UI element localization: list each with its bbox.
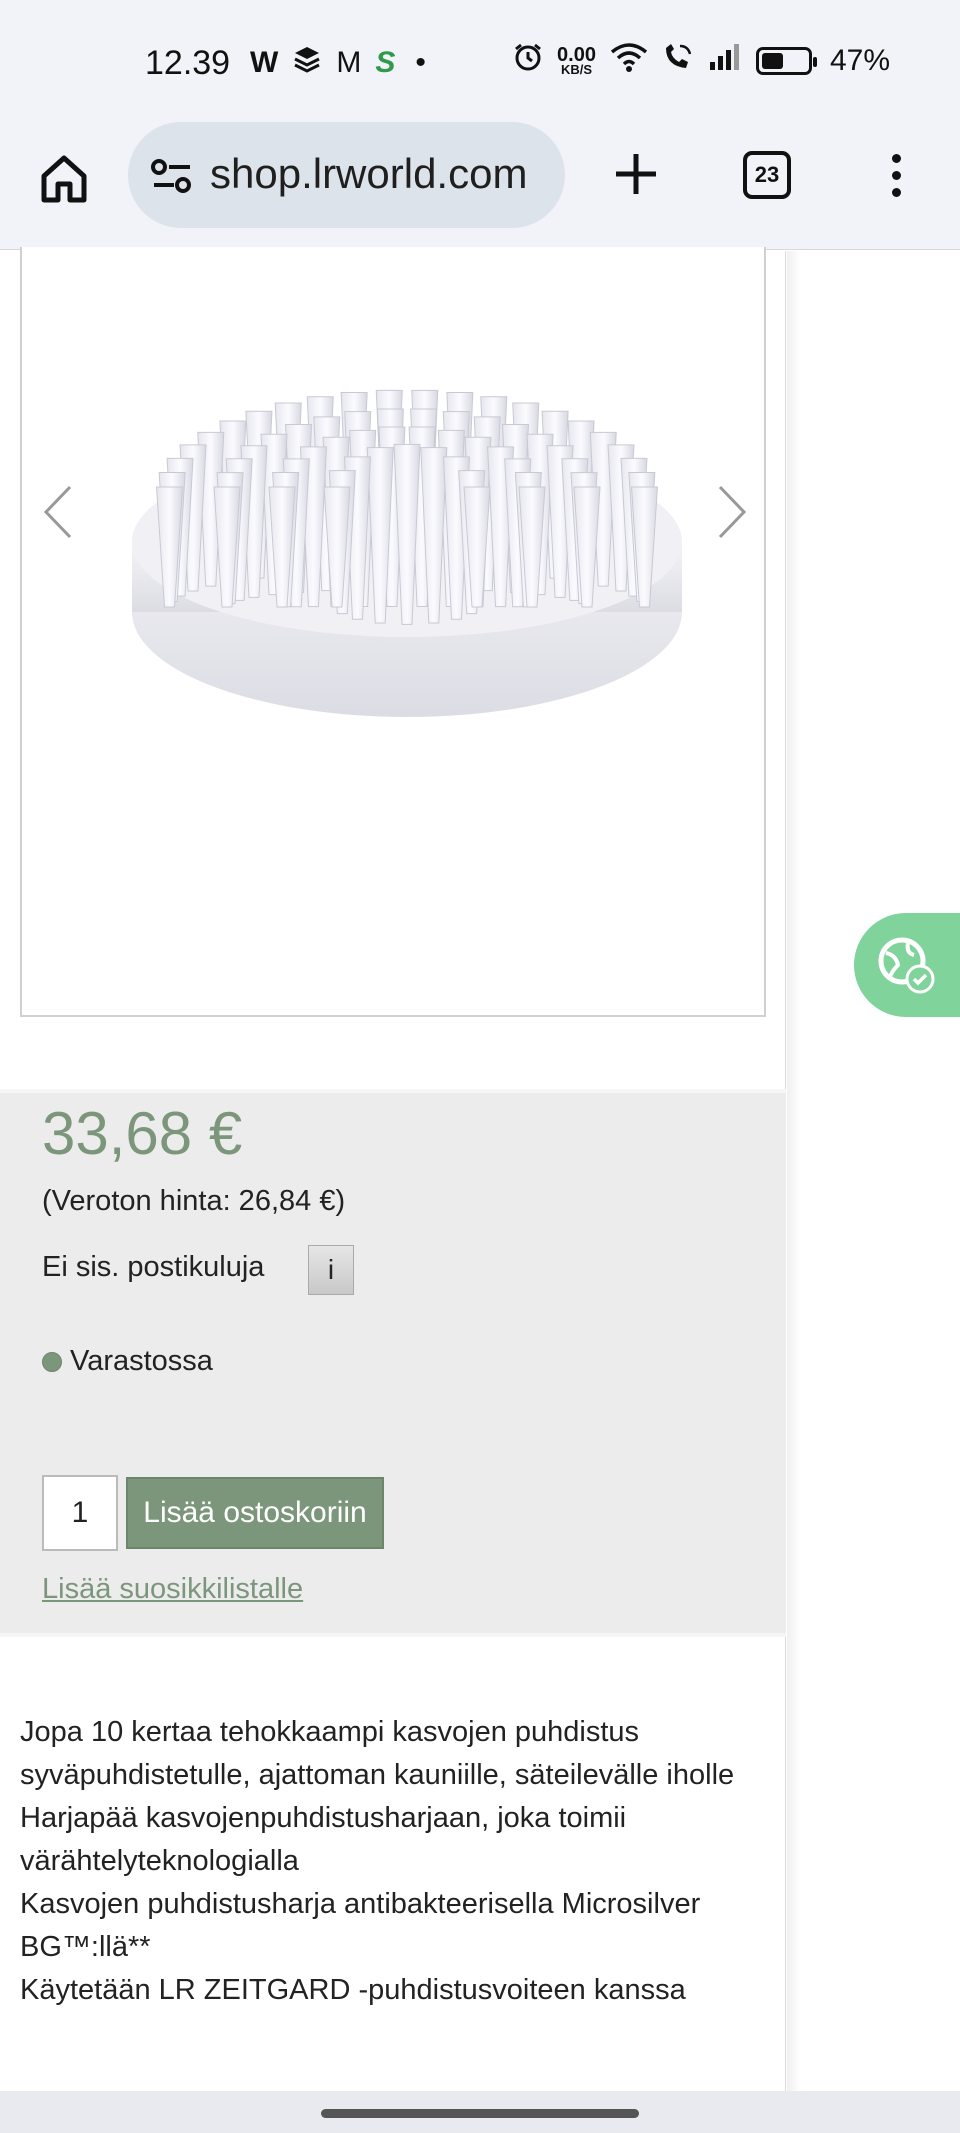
- alarm-icon: [513, 42, 543, 80]
- product-gallery[interactable]: [20, 247, 766, 1017]
- shipping-note: Ei sis. postikuluja: [42, 1251, 265, 1283]
- gmail-icon: M: [336, 46, 362, 79]
- description-line: Harjapää kasvojenpuhdistusharjaan, joka …: [20, 1802, 627, 1877]
- network-speed-unit: KB/S: [560, 61, 593, 77]
- network-speed: 0.00 KB/S: [557, 43, 596, 77]
- add-to-cart-button[interactable]: Lisää ostoskoriin: [126, 1477, 384, 1549]
- next-image-arrow-icon[interactable]: [712, 477, 752, 547]
- more-notifications-dot: •: [415, 46, 426, 79]
- gesture-handle[interactable]: [321, 2109, 639, 2118]
- signal-icon: [708, 42, 742, 80]
- description-line: Jopa 10 kertaa tehokkaampi kasvojen puhd…: [20, 1716, 735, 1791]
- site-settings-icon[interactable]: [150, 158, 194, 194]
- stock-label: Varastossa: [70, 1345, 213, 1377]
- notification-icons: W M S •: [250, 44, 426, 82]
- quantity-input[interactable]: 1: [42, 1475, 118, 1551]
- globe-check-icon: [878, 937, 935, 994]
- column-shadow: [787, 251, 801, 2091]
- translate-widget-button[interactable]: [854, 913, 960, 1017]
- system-nav-bar: [0, 2091, 960, 2133]
- shipping-info-button[interactable]: i: [308, 1245, 354, 1295]
- new-tab-button[interactable]: [610, 148, 662, 200]
- net-price: (Veroton hinta: 26,84 €): [42, 1185, 346, 1217]
- stock-dot-icon: [42, 1351, 62, 1372]
- url-text[interactable]: shop.lrworld.com: [210, 150, 527, 198]
- plus-icon: [616, 154, 656, 194]
- product-image-brush-head: [132, 389, 682, 717]
- description-line: Kasvojen puhdistusharja antibakteerisell…: [20, 1888, 701, 1963]
- system-icons: 0.00 KB/S 47%: [513, 42, 890, 80]
- stock-status: Varastossa: [42, 1345, 213, 1378]
- product-description: Jopa 10 kertaa tehokkaampi kasvojen puhd…: [20, 1711, 760, 2012]
- network-speed-value: 0.00: [557, 43, 596, 66]
- web-page: 33,68 € (Veroton hinta: 26,84 €) Ei sis.…: [0, 247, 960, 2091]
- tab-switcher-button[interactable]: 23: [743, 151, 791, 199]
- battery-percent: 47%: [829, 44, 890, 77]
- previous-image-arrow-icon[interactable]: [38, 477, 78, 547]
- add-to-wishlist-link[interactable]: Lisää suosikkilistalle: [42, 1573, 303, 1606]
- wifi-icon: [610, 42, 648, 80]
- product-price: 33,68 €: [42, 1100, 243, 1167]
- description-line: Käytetään LR ZEITGARD -puhdistusvoiteen …: [20, 1974, 686, 2006]
- status-bar: 12.39 W M S • 0.00 KB/S 47%: [0, 0, 960, 120]
- battery-icon: [755, 47, 817, 75]
- address-bar[interactable]: shop.lrworld.com: [128, 122, 565, 228]
- more-vert-icon: [891, 154, 901, 163]
- home-icon: [41, 155, 87, 203]
- home-button[interactable]: [36, 150, 92, 206]
- more-menu-button[interactable]: [880, 150, 912, 202]
- price-box: 33,68 € (Veroton hinta: 26,84 €) Ei sis.…: [0, 1089, 786, 1637]
- product-column: 33,68 € (Veroton hinta: 26,84 €) Ei sis.…: [0, 247, 786, 2091]
- wifi-calling-icon: [662, 42, 694, 80]
- s-app-icon: S: [375, 46, 396, 79]
- clock: 12.39: [145, 44, 231, 82]
- browser-toolbar: shop.lrworld.com 23: [0, 120, 960, 250]
- layers-icon: [292, 44, 322, 82]
- w-app-icon: W: [250, 46, 279, 79]
